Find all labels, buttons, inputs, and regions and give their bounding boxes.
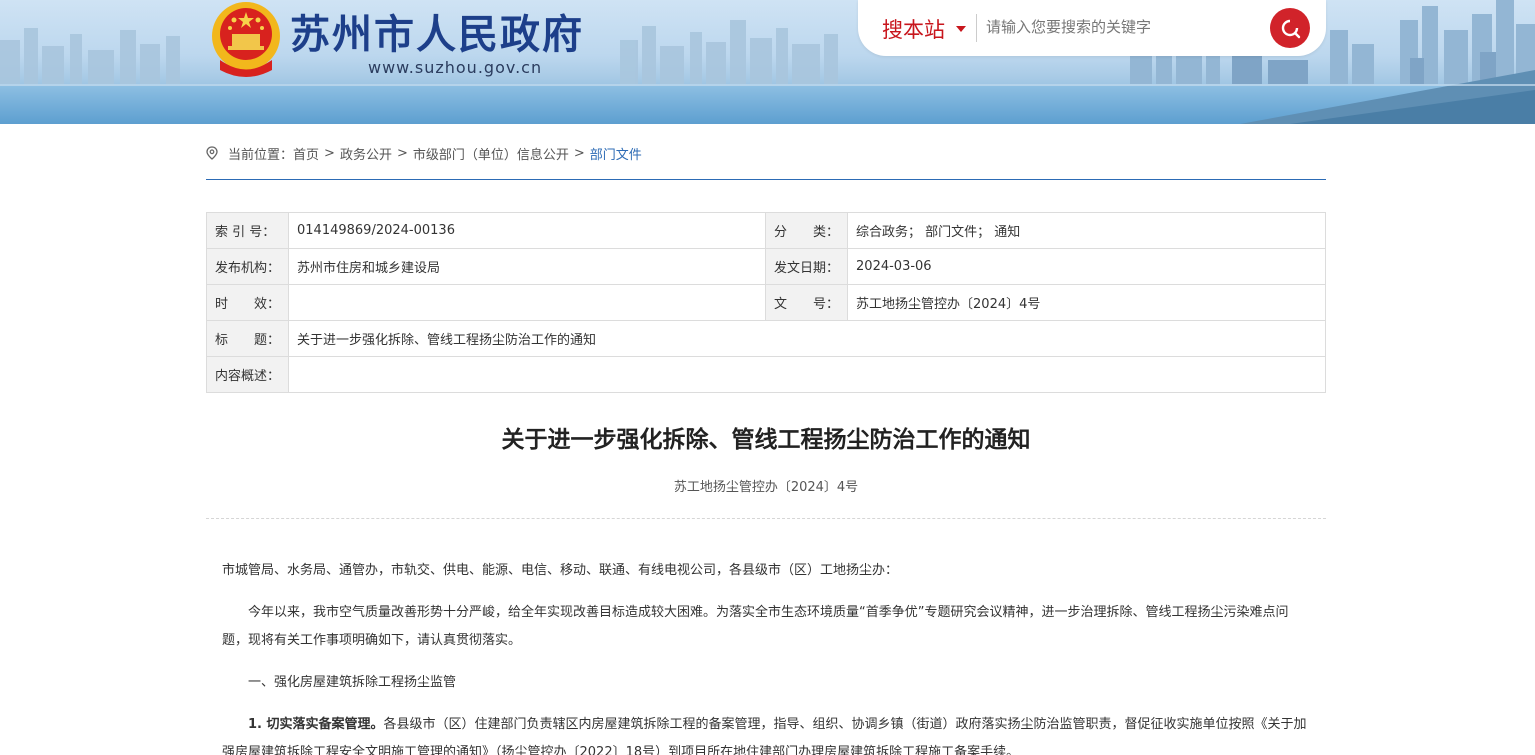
table-row: 发布机构： 苏州市住房和城乡建设局 发文日期： 2024-03-06 — [205, 248, 1326, 285]
date-value: 2024-03-06 — [847, 248, 1326, 285]
article-title: 关于进一步强化拆除、管线工程扬尘防治工作的通知 — [501, 427, 1031, 453]
breadcrumb: 当前位置： 首页 > 政务公开 > 市级部门（单位）信息公开 > 部门文件 — [206, 143, 1326, 163]
breadcrumb-home[interactable]: 首页 — [293, 144, 319, 163]
search-box: 搜本站 — [858, 0, 1326, 56]
table-row: 标 题： 关于进一步强化拆除、管线工程扬尘防治工作的通知 — [205, 320, 1326, 357]
title-value: 关于进一步强化拆除、管线工程扬尘防治工作的通知 — [288, 320, 1326, 357]
docno-label: 文 号： — [765, 284, 849, 321]
national-emblem-icon — [212, 2, 280, 77]
site-name[interactable]: 苏州市人民政府 — [290, 2, 584, 60]
breadcrumb-separator: > — [573, 145, 585, 161]
chevron-down-icon[interactable] — [956, 26, 966, 32]
breadcrumb-prefix: 当前位置： — [228, 147, 294, 163]
issuer-value: 苏州市住房和城乡建设局 — [288, 248, 767, 285]
article-section-heading: 一、强化房屋建筑拆除工程扬尘监管 — [248, 675, 457, 690]
search-button[interactable] — [1270, 8, 1310, 48]
docno-value: 苏工地扬尘管控办〔2024〕4号 — [847, 284, 1326, 321]
summary-value — [288, 356, 1326, 393]
site-url: www.suzhou.gov.cn — [368, 58, 543, 77]
summary-label: 内容概述： — [205, 356, 290, 393]
index-label: 索 引 号： — [205, 212, 290, 249]
category-label: 分 类： — [765, 212, 849, 249]
breadcrumb-dept-info[interactable]: 市级部门（单位）信息公开 — [413, 144, 569, 163]
table-row: 时 效： 文 号： 苏工地扬尘管控办〔2024〕4号 — [205, 284, 1326, 321]
category-value: 综合政务； 部门文件； 通知 — [847, 212, 1326, 249]
article-recipients: 市城管局、水务局、通管办，市轨交、供电、能源、电信、移动、联通、有线电视公司，各… — [222, 563, 899, 578]
article-divider — [206, 518, 1326, 519]
article-item-title: 1. 切实落实备案管理。 — [248, 717, 384, 732]
search-divider — [976, 14, 977, 42]
article-paragraph: 1. 切实落实备案管理。各县级市（区）住建部门负责辖区内房屋建筑拆除工程的备案管… — [222, 711, 1314, 755]
title-label: 标 题： — [205, 320, 290, 357]
article-body: 市城管局、水务局、通管办，市轨交、供电、能源、电信、移动、联通、有线电视公司，各… — [222, 557, 1314, 755]
article-doc-number: 苏工地扬尘管控办〔2024〕4号 — [673, 480, 859, 495]
date-label: 发文日期： — [765, 248, 849, 285]
article-item-text: 各县级市（区）住建部门负责辖区内房屋建筑拆除工程的备案管理，指导、组织、协调乡镇… — [222, 717, 1307, 755]
breadcrumb-separator: > — [324, 145, 335, 161]
breadcrumb-separator: > — [396, 145, 408, 161]
index-value: 014149869/2024-00136 — [288, 212, 767, 249]
table-row: 索 引 号： 014149869/2024-00136 分 类： 综合政务； 部… — [205, 212, 1326, 249]
search-icon — [1281, 19, 1301, 39]
issuer-label: 发布机构： — [205, 248, 290, 285]
breadcrumb-divider — [206, 179, 1326, 180]
validity-label: 时 效： — [205, 284, 290, 321]
document-meta-table: 索 引 号： 014149869/2024-00136 分 类： 综合政务； 部… — [205, 212, 1326, 393]
search-input[interactable] — [986, 12, 1256, 42]
article-paragraph: 今年以来，我市空气质量改善形势十分严峻，给全年实现改善目标造成较大困难。为落实全… — [222, 605, 1289, 648]
search-scope-select[interactable]: 搜本站 — [882, 14, 945, 44]
validity-value — [288, 284, 767, 321]
table-row: 内容概述： — [205, 356, 1326, 393]
breadcrumb-gov-affairs[interactable]: 政务公开 — [340, 144, 392, 163]
breadcrumb-dept-files[interactable]: 部门文件 — [590, 144, 642, 163]
site-header: 苏州市人民政府 www.suzhou.gov.cn 搜本站 — [0, 0, 1535, 124]
location-pin-icon — [206, 146, 218, 160]
